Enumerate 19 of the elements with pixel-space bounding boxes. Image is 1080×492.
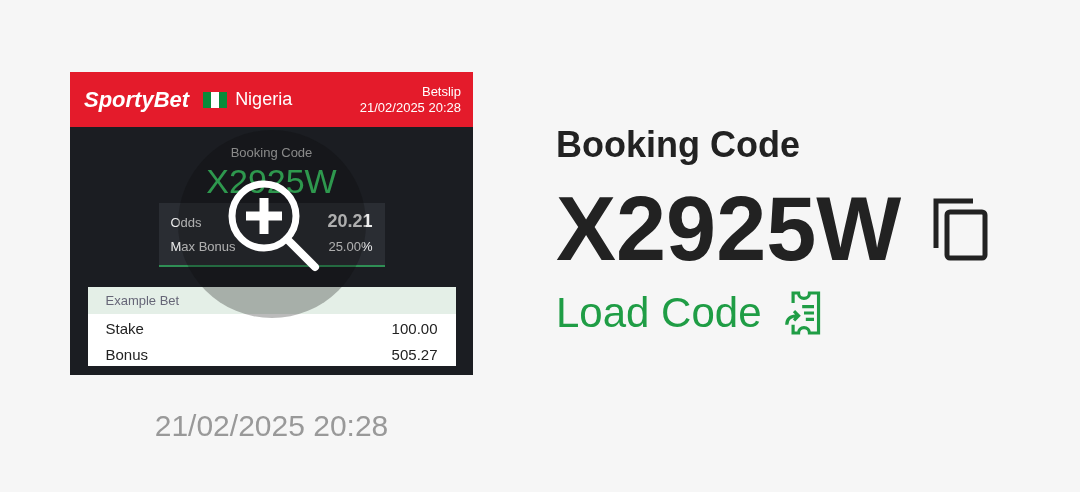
date-text: 21/02/2025 20:28: [154, 409, 389, 443]
brand-logo: SportyBet: [84, 86, 190, 113]
betslip-label: Betslip: [421, 83, 461, 100]
bet-label: Bonus: [105, 345, 149, 365]
bet-label: Stake: [105, 319, 144, 339]
stat-label: Odds: [170, 214, 202, 232]
stat-label: Max Bonus: [170, 238, 236, 256]
stat-value: 20.21: [327, 210, 373, 233]
flag-icon: [203, 91, 228, 108]
country-name: Nigeria: [235, 89, 293, 110]
bet-value: 100.00: [391, 319, 438, 339]
booking-code-label: Booking Code: [230, 145, 313, 160]
betslip-time: 21/02/2025 20:28: [359, 99, 461, 116]
booking-code: X2925W: [556, 178, 902, 281]
example-bet-title: Example Bet: [87, 287, 456, 314]
stat-value: 25.00%: [328, 238, 373, 256]
booking-code-heading: Booking Code: [556, 124, 801, 166]
bet-value: 505.27: [391, 345, 438, 365]
copy-icon[interactable]: [933, 197, 990, 262]
